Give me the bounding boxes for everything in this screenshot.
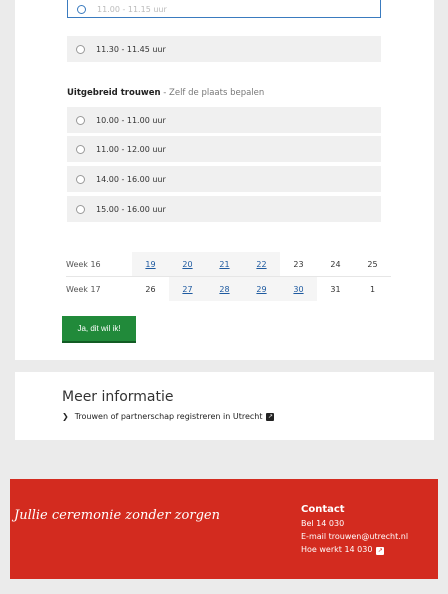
week-calendar: Week 16 19 20 21 22 23 24 25 Week 17 26 …	[66, 252, 391, 301]
timeslot-option[interactable]: 10.00 - 11.00 uur	[67, 107, 381, 133]
day-link[interactable]: 28	[219, 285, 229, 294]
timeslot-label: 10.00 - 11.00 uur	[96, 115, 166, 125]
week-row: Week 17 26 27 28 29 30 31 1	[66, 276, 391, 301]
week-row: Week 16 19 20 21 22 23 24 25	[66, 252, 391, 277]
section-heading-uitgebreid: Uitgebreid trouwen - Zelf de plaats bepa…	[67, 88, 264, 98]
external-link-icon: ↗	[376, 547, 385, 555]
day-link[interactable]: 27	[182, 285, 192, 294]
calendar-day-link[interactable]: 22	[243, 252, 280, 277]
day-link[interactable]: 29	[256, 285, 266, 294]
radio-icon[interactable]	[76, 204, 85, 214]
timeslot-label: 15.00 - 16.00 uur	[96, 204, 166, 214]
calendar-day: 31	[317, 276, 354, 301]
calendar-day: 1	[354, 276, 391, 301]
confirm-button[interactable]: Ja, dit wil ik!	[62, 316, 136, 343]
footer-contact: Contact Bel 14 030 E-mail trouwen@utrech…	[301, 503, 408, 556]
info-card	[15, 372, 434, 440]
radio-icon[interactable]	[76, 44, 85, 54]
timeslot-label: 11.30 - 11.45 uur	[96, 44, 166, 54]
external-link-icon: ↗	[266, 412, 275, 421]
timeslot-label: 11.00 - 12.00 uur	[96, 144, 166, 154]
footer-tagline: Jullie ceremonie zonder zorgen	[14, 508, 220, 523]
section-subtitle: - Zelf de plaats bepalen	[160, 88, 265, 98]
calendar-day: 25	[367, 259, 378, 269]
calendar-day-link[interactable]: 20	[169, 252, 206, 277]
info-link[interactable]: ❯ Trouwen of partnerschap registreren in…	[62, 412, 275, 421]
contact-how-link[interactable]: Hoe werkt 14 030 ↗	[301, 543, 408, 556]
calendar-day-link[interactable]: 27	[169, 276, 206, 301]
timeslot-option-selected[interactable]: 11.00 - 11.15 uur	[67, 0, 381, 18]
calendar-day-link[interactable]: 21	[206, 252, 243, 277]
calendar-day-link[interactable]: 29	[243, 276, 280, 301]
timeslot-label: 11.00 - 11.15 uur	[97, 5, 167, 14]
calendar-day-link[interactable]: 30	[280, 276, 317, 301]
radio-icon[interactable]	[77, 5, 86, 14]
radio-icon[interactable]	[76, 174, 85, 184]
contact-email[interactable]: E-mail trouwen@utrecht.nl	[301, 530, 408, 543]
calendar-day: 23	[293, 259, 304, 269]
day-link[interactable]: 22	[256, 260, 266, 269]
contact-phone[interactable]: Bel 14 030	[301, 517, 408, 530]
chevron-right-icon: ❯	[62, 412, 69, 421]
contact-how-label[interactable]: Hoe werkt 14 030	[301, 545, 372, 554]
timeslot-option[interactable]: 11.00 - 12.00 uur	[67, 136, 381, 162]
section-title: Uitgebreid trouwen	[67, 88, 161, 98]
calendar-day: 26	[132, 276, 169, 301]
day-link[interactable]: 30	[293, 285, 303, 294]
radio-icon[interactable]	[76, 115, 85, 125]
timeslot-option[interactable]: 14.00 - 16.00 uur	[67, 166, 381, 192]
calendar-day-link[interactable]: 28	[206, 276, 243, 301]
day-link[interactable]: 21	[219, 260, 229, 269]
day-link[interactable]: 19	[145, 260, 155, 269]
week-label: Week 17	[66, 276, 132, 301]
info-link-label[interactable]: Trouwen of partnerschap registreren in U…	[75, 412, 263, 421]
radio-icon[interactable]	[76, 144, 85, 154]
timeslot-option[interactable]: 15.00 - 16.00 uur	[67, 196, 381, 222]
calendar-day-link[interactable]: 19	[132, 252, 169, 277]
timeslot-label: 14.00 - 16.00 uur	[96, 174, 166, 184]
info-title: Meer informatie	[62, 389, 174, 405]
timeslot-option[interactable]: 11.30 - 11.45 uur	[67, 36, 381, 62]
contact-title: Contact	[301, 504, 345, 515]
week-label: Week 16	[66, 259, 101, 269]
day-link[interactable]: 20	[182, 260, 192, 269]
calendar-day: 24	[330, 259, 341, 269]
